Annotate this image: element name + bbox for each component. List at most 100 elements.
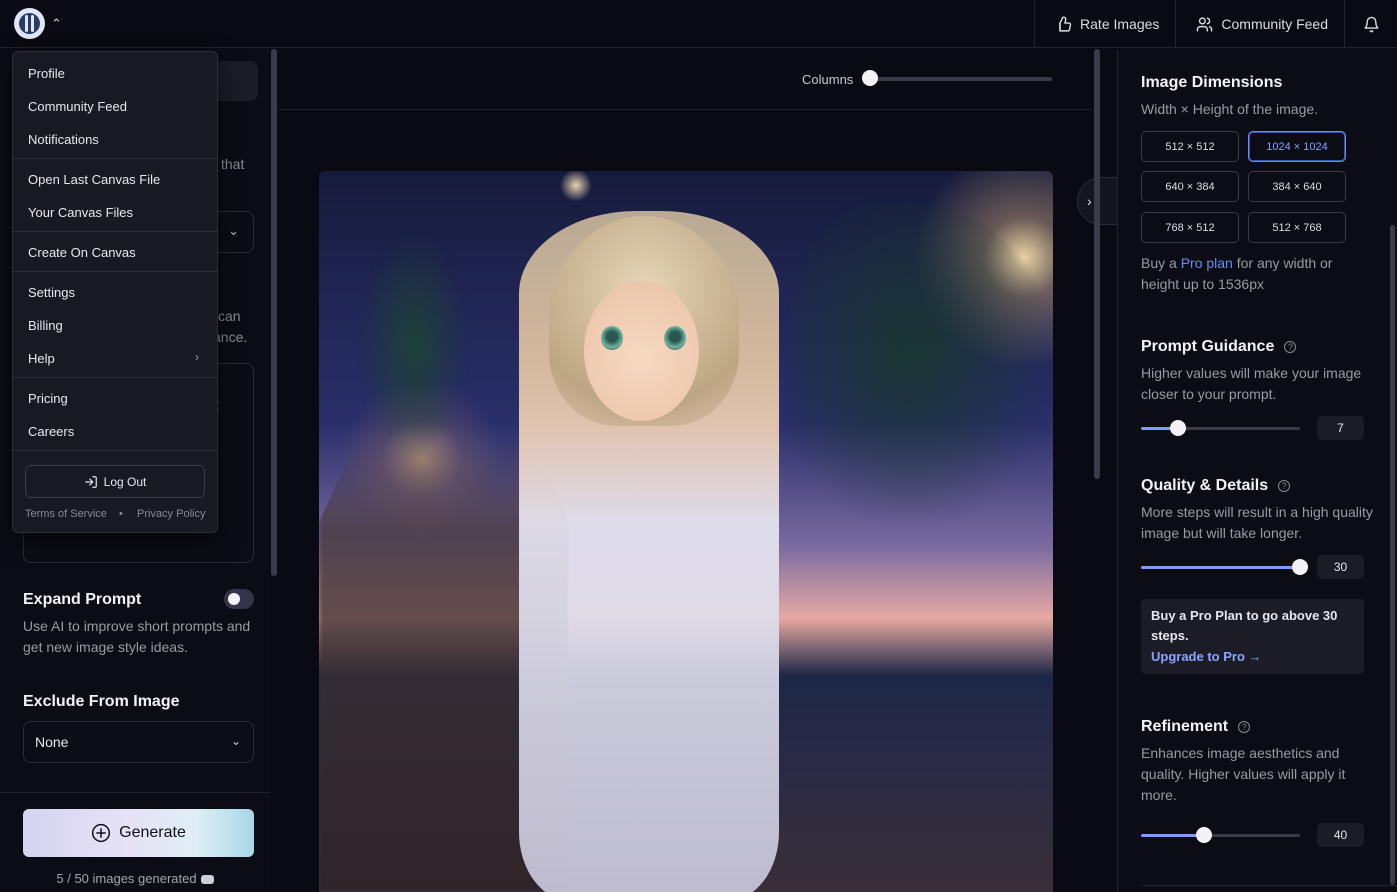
menu-item-notifications[interactable]: Notifications [28,132,99,147]
logo-icon[interactable] [14,8,45,39]
chevron-down-icon: ⌄ [230,734,241,748]
menu-item-open-last-canvas[interactable]: Open Last Canvas File [28,172,160,187]
user-menu: Profile Community Feed Notifications Ope… [12,51,218,533]
refinement-slider-fill [1141,834,1204,837]
image-face [584,281,699,421]
plus-circle-icon [92,823,111,843]
exclude-select[interactable]: None ⌄ [23,721,254,763]
menu-item-canvas-files[interactable]: Your Canvas Files [28,205,133,220]
right-panel: Image Dimensions Width × Height of the i… [1117,49,1397,892]
generate-button[interactable]: Generate [23,809,254,857]
image-eye-right [664,326,686,350]
right-scrollbar[interactable] [1390,225,1395,885]
image-dimensions-desc: Width × Height of the image. [1141,101,1319,117]
images-generated-text: 5 / 50 images generated [56,871,197,886]
image-dimensions-title: Image Dimensions [1141,74,1283,91]
obscured-text: ance. [213,329,248,345]
info-icon[interactable]: ? [1238,720,1251,733]
image-eye-left [601,326,623,350]
image-canvas-area: Columns › [279,49,1117,892]
menu-item-settings[interactable]: Settings [28,285,75,300]
dimension-option-512x768[interactable]: 512 × 768 [1248,212,1346,243]
menu-divider [13,271,217,272]
rate-images-button[interactable]: Rate Images [1034,0,1175,48]
quality-value[interactable]: 30 [1317,555,1364,579]
app: ⌃ Rate Images Community Feed that ⌄ can … [0,0,1397,892]
top-bar: ⌃ Rate Images Community Feed [0,0,1397,48]
chevron-right-icon: › [195,350,199,364]
terms-link[interactable]: Terms of Service [25,508,107,520]
rate-images-label: Rate Images [1080,16,1160,32]
columns-toolbar: Columns [279,49,1092,110]
image-palm-left [359,231,469,461]
columns-slider-track[interactable] [866,77,1052,81]
prompt-guidance-title: Prompt Guidance? [1141,338,1297,356]
dimension-option-768x512[interactable]: 768 × 512 [1141,212,1239,243]
generate-label: Generate [119,824,186,841]
menu-item-billing[interactable]: Billing [28,318,63,333]
menu-divider [13,158,217,159]
dimension-option-384x640[interactable]: 384 × 640 [1248,171,1346,202]
menu-item-create-on-canvas[interactable]: Create On Canvas [28,245,136,260]
columns-label: Columns [802,72,854,87]
community-feed-label: Community Feed [1221,16,1328,32]
menu-item-careers[interactable]: Careers [28,424,74,439]
thumbs-up-icon [1059,16,1072,32]
divider [0,792,270,793]
columns-slider-thumb[interactable] [862,70,878,86]
menu-divider [13,377,217,378]
info-icon[interactable]: ? [1278,479,1291,492]
pro-plan-prefix: Buy a [1141,255,1181,271]
prompt-guidance-value[interactable]: 7 [1317,416,1364,440]
obscured-text: can [218,308,241,324]
menu-item-community-feed[interactable]: Community Feed [28,99,127,114]
prompt-guidance-desc: Higher values will make your image close… [1141,365,1362,402]
generated-image[interactable] [319,171,1053,892]
quality-label: Quality & Details [1141,477,1269,494]
menu-item-help[interactable]: Help [28,351,55,366]
refinement-label: Refinement [1141,718,1229,735]
menu-item-profile[interactable]: Profile [28,66,65,81]
left-scrollbar[interactable] [271,49,277,576]
privacy-link[interactable]: Privacy Policy [137,508,205,520]
bell-icon [1363,16,1379,32]
logout-label: Log Out [103,474,147,489]
notifications-button[interactable] [1344,0,1397,48]
users-icon [1197,16,1213,32]
chevron-up-icon[interactable]: ⌃ [51,16,62,32]
top-nav: Rate Images Community Feed [1034,0,1397,48]
menu-item-pricing[interactable]: Pricing [28,391,68,406]
refinement-slider[interactable] [1141,827,1300,843]
menu-divider [13,450,217,451]
quality-title: Quality & Details? [1141,477,1291,495]
chevron-right-icon: › [1087,193,1092,209]
refinement-value[interactable]: 40 [1317,823,1364,847]
prompt-guidance-slider-thumb[interactable] [1170,420,1186,436]
images-generated-count: 5 / 50 images generated [0,871,270,886]
menu-divider [13,231,217,232]
refinement-title: Refinement? [1141,718,1251,736]
center-scrollbar[interactable] [1094,49,1100,479]
quality-slider[interactable] [1141,559,1308,575]
quality-desc: More steps will result in a high quality… [1141,504,1373,541]
pro-plan-link[interactable]: Pro plan [1181,255,1233,271]
logout-button[interactable]: Log Out [25,465,205,498]
quality-slider-thumb[interactable] [1292,559,1308,575]
upgrade-pro-box: Buy a Pro Plan to go above 30 steps. Upg… [1141,599,1364,674]
dimension-option-640x384[interactable]: 640 × 384 [1141,171,1239,202]
exclude-title: Exclude From Image [23,693,180,710]
info-chip-icon[interactable] [200,875,214,885]
prompt-guidance-slider[interactable] [1141,420,1300,436]
refinement-desc: Enhances image aesthetics and quality. H… [1141,745,1346,803]
upgrade-pro-link[interactable]: Upgrade to Pro → [1151,649,1354,664]
community-feed-button[interactable]: Community Feed [1175,0,1344,48]
expand-prompt-toggle[interactable] [224,589,254,609]
refinement-slider-thumb[interactable] [1196,827,1212,843]
quality-slider-fill [1141,566,1300,569]
dimension-option-512x512[interactable]: 512 × 512 [1141,131,1239,162]
upgrade-pro-text: Buy a Pro Plan to go above 30 steps. [1151,608,1338,643]
divider [1141,885,1397,886]
expand-prompt-desc: Use AI to improve short prompts and get … [23,618,251,655]
info-icon[interactable]: ? [1284,340,1297,353]
dimension-option-1024x1024[interactable]: 1024 × 1024 [1248,131,1346,162]
